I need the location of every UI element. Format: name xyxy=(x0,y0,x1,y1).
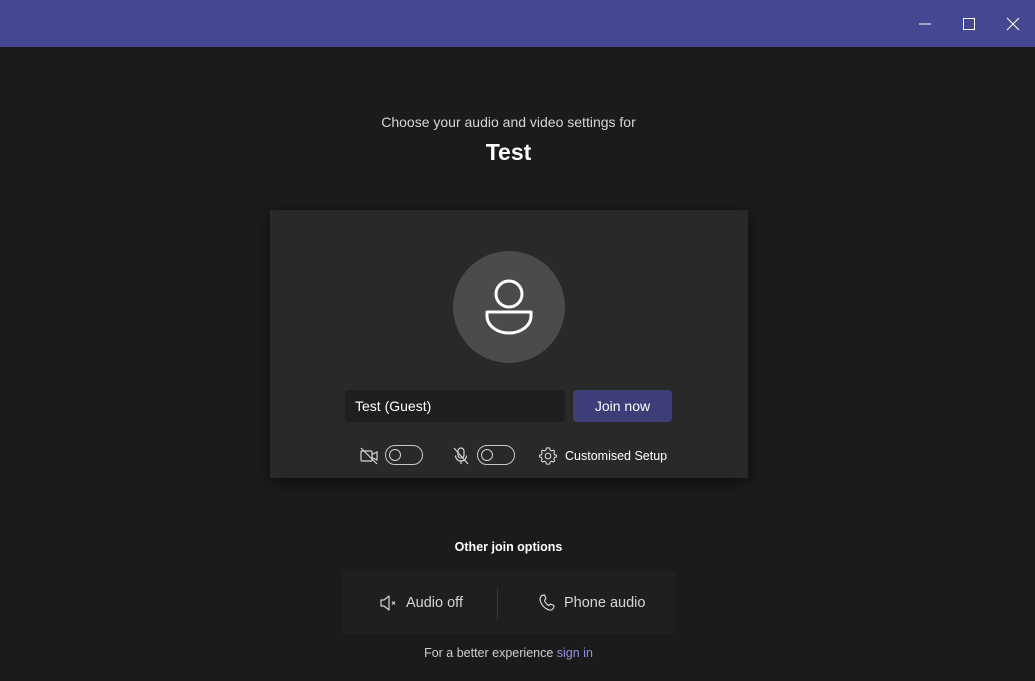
camera-off-icon xyxy=(360,447,378,465)
audio-off-label: Audio off xyxy=(406,594,463,611)
phone-icon xyxy=(539,593,555,611)
speaker-off-icon xyxy=(380,594,396,611)
maximize-icon xyxy=(963,17,975,30)
minimize-icon xyxy=(919,23,931,24)
avatar xyxy=(453,251,565,363)
footer: For a better experience sign in xyxy=(0,646,1017,660)
preview-card: Join now Customised Setup xyxy=(270,210,748,478)
gear-icon xyxy=(539,447,557,465)
join-now-button[interactable]: Join now xyxy=(573,390,672,422)
maximize-button[interactable] xyxy=(947,0,991,47)
close-icon xyxy=(1006,17,1020,30)
other-join-options: Audio off Phone audio xyxy=(341,571,676,634)
settings-subtitle: Choose your audio and video settings for xyxy=(381,114,636,130)
audio-off-option[interactable]: Audio off xyxy=(379,571,463,634)
phone-audio-label: Phone audio xyxy=(564,594,646,611)
footer-text: For a better experience xyxy=(424,646,557,660)
phone-audio-option[interactable]: Phone audio xyxy=(537,571,645,634)
minimize-button[interactable] xyxy=(903,0,947,47)
mic-off-icon xyxy=(453,447,469,465)
meeting-title: Test xyxy=(485,139,532,165)
customised-setup-button[interactable]: Customised Setup xyxy=(538,444,667,468)
name-input[interactable] xyxy=(345,390,565,422)
toggle-knob xyxy=(481,449,493,461)
device-controls: Customised Setup xyxy=(270,444,748,468)
person-icon xyxy=(485,279,533,335)
sign-in-link[interactable]: sign in xyxy=(557,646,593,660)
other-join-options-title: Other join options xyxy=(454,540,563,554)
toggle-knob xyxy=(389,449,401,461)
title-bar xyxy=(0,0,1035,47)
camera-toggle[interactable] xyxy=(385,445,423,465)
customised-setup-label: Customised Setup xyxy=(565,449,668,463)
divider xyxy=(497,588,498,619)
close-button[interactable] xyxy=(991,0,1035,47)
microphone-toggle[interactable] xyxy=(477,445,515,465)
